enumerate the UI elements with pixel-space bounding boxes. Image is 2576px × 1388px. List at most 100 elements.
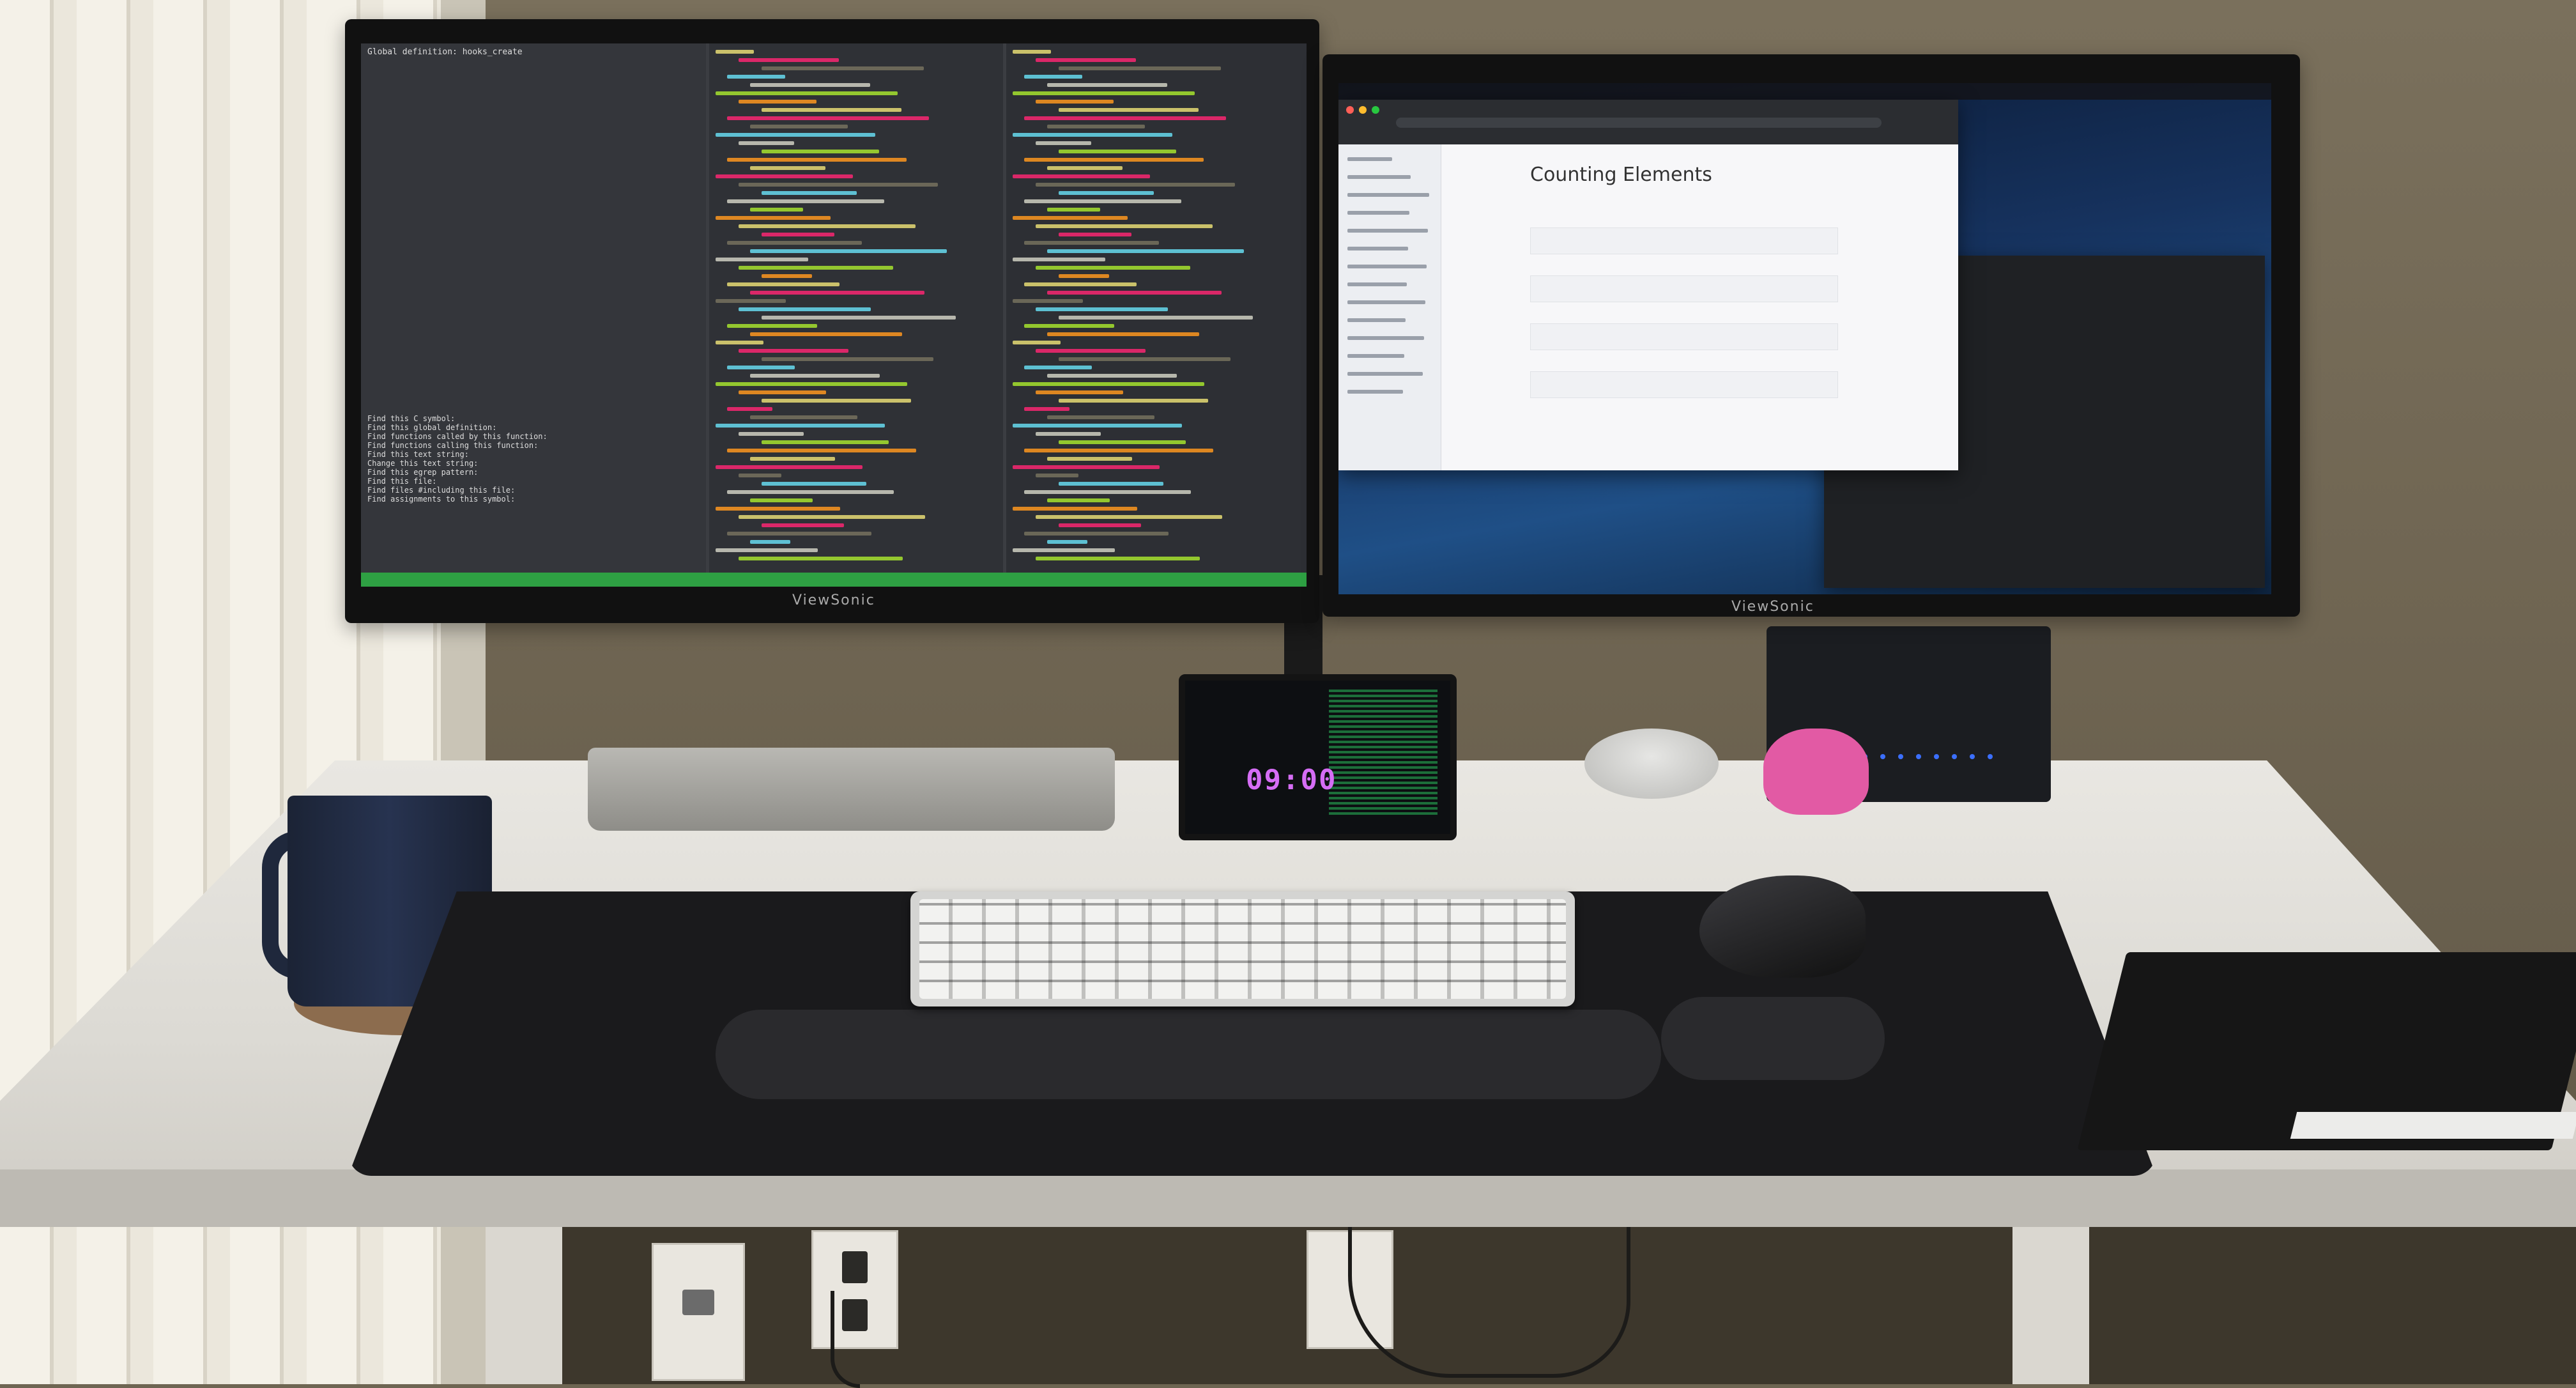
tmux-status-bar <box>361 573 1307 587</box>
code-line <box>716 216 831 220</box>
code-line <box>727 158 907 162</box>
code-line <box>1013 174 1150 178</box>
code-line <box>750 374 880 378</box>
right-monitor-screen: Counting Elements <box>1338 83 2271 594</box>
code-line <box>1036 100 1114 104</box>
code-line <box>739 349 848 353</box>
code-line <box>762 66 924 70</box>
code-line <box>750 415 857 419</box>
code-line <box>727 449 916 452</box>
power-cable <box>831 1291 860 1388</box>
maximize-icon[interactable] <box>1372 106 1379 114</box>
code-line <box>1047 332 1199 336</box>
sidebar-item[interactable] <box>1347 229 1428 233</box>
code-line <box>1059 274 1109 278</box>
code-line <box>762 150 879 153</box>
notebook-pages <box>2290 1112 2576 1139</box>
code-line <box>727 241 862 245</box>
code-line <box>750 457 835 461</box>
code-line <box>1059 316 1253 320</box>
code-line <box>1013 50 1051 54</box>
code-line <box>727 407 772 411</box>
code-line <box>716 424 885 428</box>
example-block <box>1530 323 1838 350</box>
editor-pane-right[interactable] <box>1006 43 1307 587</box>
sidebar-item[interactable] <box>1347 193 1429 197</box>
code-line <box>739 183 938 187</box>
sidebar-item[interactable] <box>1347 372 1423 376</box>
code-line <box>750 332 902 336</box>
code-line <box>1059 482 1163 486</box>
code-line <box>727 116 929 120</box>
code-line <box>739 432 804 436</box>
browser-chrome <box>1338 100 1958 144</box>
cscope-menu: Find this C symbol: Find this global def… <box>367 414 548 504</box>
code-line <box>739 557 903 560</box>
sidebar-item[interactable] <box>1347 157 1392 161</box>
cscope-menu-item: Find this global definition: <box>367 423 497 432</box>
code-line <box>762 482 866 486</box>
code-line <box>1013 299 1083 303</box>
code-line <box>1047 540 1087 544</box>
code-line <box>1036 515 1222 519</box>
code-line <box>750 166 825 170</box>
code-line <box>1024 490 1191 494</box>
course-sidebar[interactable] <box>1338 144 1441 470</box>
code-line <box>750 208 803 212</box>
code-line <box>739 100 816 104</box>
code-line <box>1024 116 1226 120</box>
code-line <box>1013 133 1172 137</box>
code-line <box>1013 341 1061 344</box>
mouse-palm-rest <box>1661 997 1885 1080</box>
code-line <box>1059 357 1230 361</box>
cscope-menu-item: Change this text string: <box>367 459 479 468</box>
sidebar-item[interactable] <box>1347 300 1425 304</box>
code-line <box>1013 258 1105 261</box>
code-line <box>1024 282 1137 286</box>
code-line <box>762 316 956 320</box>
editor-pane-middle[interactable] <box>709 43 1003 587</box>
code-line <box>762 357 933 361</box>
code-line <box>762 523 844 527</box>
close-icon[interactable] <box>1346 106 1354 114</box>
code-line <box>1024 449 1213 452</box>
problem-title: Counting Elements <box>1530 164 1712 186</box>
browser-window[interactable]: Counting Elements <box>1338 100 1958 470</box>
sidebar-item[interactable] <box>1347 390 1403 394</box>
address-bar[interactable] <box>1396 118 1882 128</box>
terminal-pane-cscope[interactable]: Global definition: hooks_create Find thi… <box>361 43 706 587</box>
sidebar-item[interactable] <box>1347 175 1411 179</box>
code-line <box>1047 125 1145 128</box>
code-line <box>762 108 901 112</box>
sidebar-item[interactable] <box>1347 211 1409 215</box>
sidebar-item[interactable] <box>1347 336 1424 340</box>
code-line <box>716 91 898 95</box>
clock-readout: 09:00 <box>1246 764 1337 796</box>
sidebar-item[interactable] <box>1347 247 1408 251</box>
code-line <box>727 532 871 536</box>
code-line <box>1024 407 1070 411</box>
code-line <box>1036 390 1123 394</box>
sidebar-item[interactable] <box>1347 354 1404 358</box>
code-line <box>1036 349 1146 353</box>
code-line <box>1059 150 1176 153</box>
mechanical-keyboard[interactable] <box>910 891 1575 1006</box>
hdmi-cable <box>1348 1227 1630 1378</box>
minimize-icon[interactable] <box>1359 106 1367 114</box>
code-line <box>1047 498 1110 502</box>
macos-menu-bar <box>1338 83 2271 100</box>
sidebar-item[interactable] <box>1347 282 1407 286</box>
sidebar-item[interactable] <box>1347 265 1427 268</box>
code-line <box>716 133 875 137</box>
ethernet-wall-plate <box>652 1243 745 1381</box>
cscope-menu-item: Find this file: <box>367 477 437 486</box>
code-line <box>1036 183 1235 187</box>
left-monitor-screen: Global definition: hooks_create Find thi… <box>361 43 1307 587</box>
sidebar-item[interactable] <box>1347 318 1406 322</box>
code-line <box>727 366 795 369</box>
code-line <box>1047 415 1154 419</box>
code-line <box>1047 249 1244 253</box>
code-line <box>1047 374 1177 378</box>
code-line <box>1047 291 1222 295</box>
code-line <box>1047 83 1167 87</box>
